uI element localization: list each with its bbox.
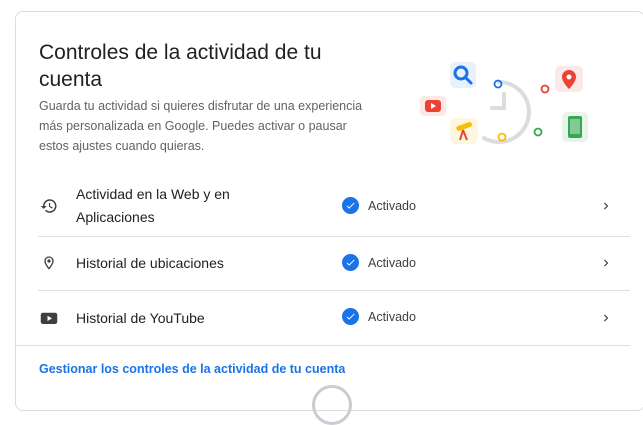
chevron-right-icon[interactable] xyxy=(599,256,613,270)
status-text: Activado xyxy=(368,255,416,270)
footer-divider xyxy=(16,345,630,346)
setting-label-location-history: Historial de ubicaciones xyxy=(76,255,224,271)
setting-status-youtube-history: Activado xyxy=(342,308,416,325)
location-pin-icon xyxy=(38,252,60,274)
card-title: Controles de la actividad de tu cuenta xyxy=(39,41,322,91)
setting-row-location-history[interactable]: Historial de ubicaciones Activado xyxy=(16,237,630,290)
status-text: Activado xyxy=(368,309,416,324)
avatar xyxy=(312,385,352,425)
setting-status-web-activity: Activado xyxy=(342,197,416,214)
check-circle-icon xyxy=(342,308,359,325)
setting-row-web-activity[interactable]: Actividad en la Web y en Aplicaciones Ac… xyxy=(16,177,630,235)
manage-activity-controls-link[interactable]: Gestionar los controles de la actividad … xyxy=(39,362,345,376)
chevron-right-icon[interactable] xyxy=(599,311,613,325)
activity-illustration xyxy=(420,62,588,144)
setting-label-web-activity: Actividad en la Web y en Aplicaciones xyxy=(76,186,230,225)
card-description: Guarda tu actividad si quieres disfrutar… xyxy=(39,99,363,153)
setting-label-youtube-history: Historial de YouTube xyxy=(76,310,205,326)
status-text: Activado xyxy=(368,198,416,213)
history-icon xyxy=(38,195,60,217)
check-circle-icon xyxy=(342,254,359,271)
check-circle-icon xyxy=(342,197,359,214)
setting-status-location-history: Activado xyxy=(342,254,416,271)
activity-controls-card: Controles de la actividad de tu cuenta G… xyxy=(15,11,643,425)
chevron-right-icon[interactable] xyxy=(599,199,613,213)
youtube-icon xyxy=(38,307,60,329)
setting-row-youtube-history[interactable]: Historial de YouTube Activado xyxy=(16,291,630,345)
